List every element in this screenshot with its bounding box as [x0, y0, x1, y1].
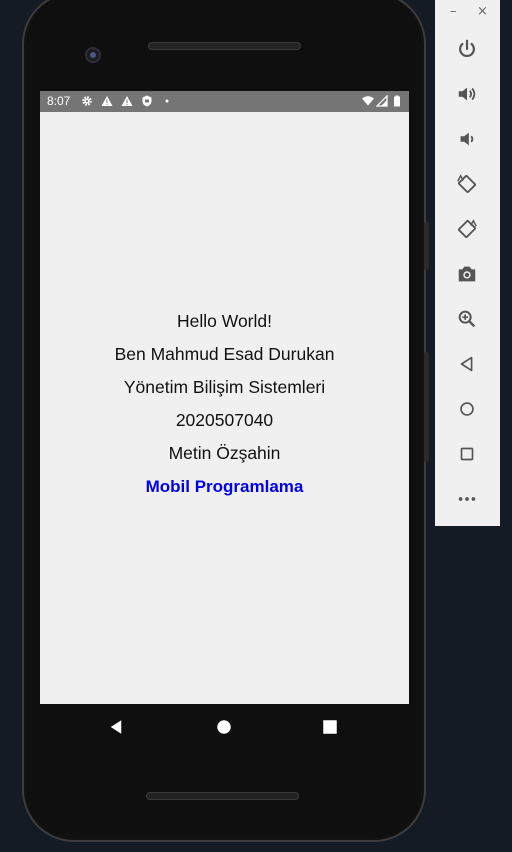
back-icon [460, 356, 473, 372]
warning-icon [101, 96, 113, 106]
emulator-overview-button[interactable] [455, 442, 479, 466]
volume-up-icon [458, 87, 476, 101]
home-icon [460, 402, 474, 416]
hello-world-text: Hello World! [177, 311, 272, 331]
more-icon [458, 497, 476, 501]
rotate-left-icon [457, 174, 476, 193]
phone-side-button-top[interactable] [424, 222, 429, 270]
back-icon[interactable] [107, 718, 125, 736]
recents-icon[interactable] [321, 718, 339, 736]
emulator-back-button[interactable] [455, 352, 479, 376]
phone-side-button-volume[interactable] [424, 352, 429, 462]
course-name-text: Mobil Programlama [145, 477, 304, 496]
warning-icon [121, 96, 133, 106]
camera-icon [458, 266, 476, 282]
emulator-home-button[interactable] [455, 397, 479, 421]
device-screen: 8:07 Hello World! Ben Mahmud Esad Duruka… [40, 91, 409, 704]
emulator-toolbar: – × [435, 0, 500, 526]
rotate-right-button[interactable] [455, 217, 479, 241]
status-bar: 8:07 [40, 91, 409, 112]
app-content: Hello World! Ben Mahmud Esad Durukan Yön… [40, 112, 409, 704]
dot-icon [165, 99, 169, 103]
zoom-button[interactable] [455, 307, 479, 331]
minimize-button[interactable]: – [450, 4, 457, 19]
screenshot-button[interactable] [455, 262, 479, 286]
power-button[interactable] [455, 37, 479, 61]
department-text: Yönetim Bilişim Sistemleri [123, 377, 326, 397]
status-time: 8:07 [47, 94, 71, 108]
gear-icon [82, 96, 92, 106]
signal-icon [376, 95, 388, 107]
volume-up-button[interactable] [455, 82, 479, 106]
shield-icon [142, 95, 152, 107]
student-name-text: Ben Mahmud Esad Durukan [114, 344, 335, 364]
volume-down-button[interactable] [455, 127, 479, 151]
top-speaker [148, 42, 301, 50]
rotate-right-icon [458, 219, 477, 238]
battery-icon [394, 95, 400, 107]
front-camera [85, 47, 101, 63]
student-number-text: 2020507040 [175, 410, 274, 430]
zoom-icon [458, 310, 476, 328]
navigation-bar [40, 704, 409, 748]
home-icon[interactable] [215, 718, 233, 736]
rotate-left-button[interactable] [455, 172, 479, 196]
overview-icon [460, 447, 474, 461]
instructor-name-text: Metin Özşahin [168, 443, 281, 463]
close-button[interactable]: × [477, 4, 488, 19]
wifi-icon [362, 96, 374, 106]
bottom-speaker [146, 792, 299, 800]
power-icon [459, 39, 475, 58]
volume-down-icon [460, 132, 474, 146]
more-button[interactable] [455, 487, 479, 511]
